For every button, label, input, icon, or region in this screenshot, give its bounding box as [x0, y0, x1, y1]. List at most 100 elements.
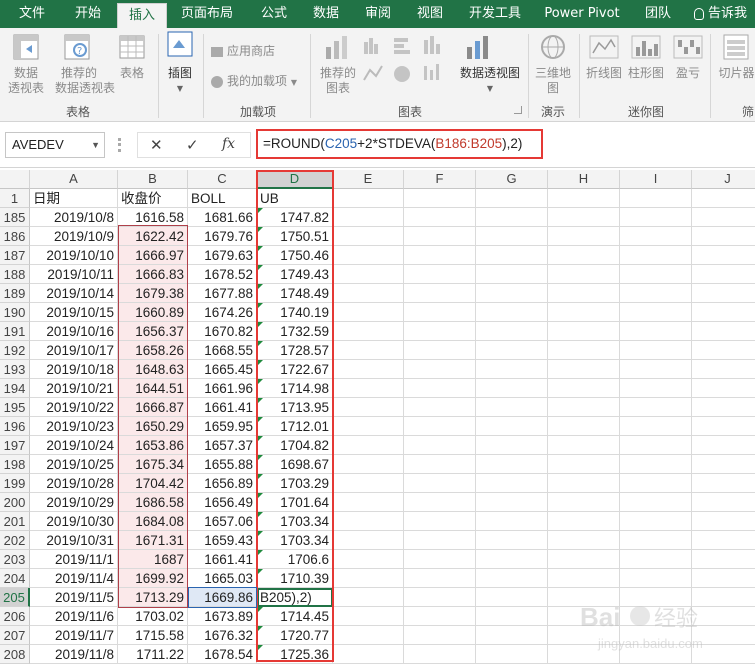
cell-h192[interactable]: [548, 341, 620, 360]
cell-b198[interactable]: 1675.34: [118, 455, 188, 474]
cell-d189[interactable]: 1748.49: [257, 284, 333, 303]
error-indicator-icon[interactable]: [257, 398, 263, 404]
cell-c199[interactable]: 1656.89: [188, 474, 257, 493]
cell-g201[interactable]: [476, 512, 548, 531]
error-indicator-icon[interactable]: [257, 569, 263, 575]
cell-f206[interactable]: [404, 607, 476, 626]
row-header[interactable]: 193: [0, 360, 30, 379]
cell-f188[interactable]: [404, 265, 476, 284]
cell-e193[interactable]: [333, 360, 404, 379]
cell-h208[interactable]: [548, 645, 620, 664]
cell-g202[interactable]: [476, 531, 548, 550]
cell-e187[interactable]: [333, 246, 404, 265]
cell-e205[interactable]: [333, 588, 404, 607]
column-header-g[interactable]: G: [476, 170, 548, 189]
cell-a188[interactable]: 2019/10/11: [30, 265, 118, 284]
cell-c195[interactable]: 1661.41: [188, 398, 257, 417]
row-header[interactable]: 186: [0, 227, 30, 246]
tab-developer[interactable]: 开发工具: [462, 0, 528, 28]
cell-e207[interactable]: [333, 626, 404, 645]
cell-j206[interactable]: [692, 607, 755, 626]
row-header[interactable]: 207: [0, 626, 30, 645]
cell-j194[interactable]: [692, 379, 755, 398]
pivottable-button[interactable]: 数据 透视表: [6, 66, 46, 96]
cell-i196[interactable]: [620, 417, 692, 436]
row-header[interactable]: 188: [0, 265, 30, 284]
cell-h197[interactable]: [548, 436, 620, 455]
table-button[interactable]: 表格: [114, 66, 150, 81]
cell-h202[interactable]: [548, 531, 620, 550]
cell-e186[interactable]: [333, 227, 404, 246]
cell-e201[interactable]: [333, 512, 404, 531]
cell-g188[interactable]: [476, 265, 548, 284]
cell-d198[interactable]: 1698.67: [257, 455, 333, 474]
cell-g194[interactable]: [476, 379, 548, 398]
error-indicator-icon[interactable]: [257, 322, 263, 328]
cell-i208[interactable]: [620, 645, 692, 664]
row-header[interactable]: 1: [0, 189, 30, 208]
cell-f208[interactable]: [404, 645, 476, 664]
cell-c206[interactable]: 1673.89: [188, 607, 257, 626]
row-header[interactable]: 192: [0, 341, 30, 360]
tab-page-layout[interactable]: 页面布局: [174, 0, 240, 28]
cell-j189[interactable]: [692, 284, 755, 303]
cell-g187[interactable]: [476, 246, 548, 265]
cell-g203[interactable]: [476, 550, 548, 569]
cell-d194[interactable]: 1714.98: [257, 379, 333, 398]
error-indicator-icon[interactable]: [257, 360, 263, 366]
cell-d192[interactable]: 1728.57: [257, 341, 333, 360]
cell-j186[interactable]: [692, 227, 755, 246]
cell-g205[interactable]: [476, 588, 548, 607]
cell-b201[interactable]: 1684.08: [118, 512, 188, 531]
header-cell-a[interactable]: 日期: [30, 189, 118, 208]
tab-data[interactable]: 数据: [304, 0, 348, 28]
cell-h189[interactable]: [548, 284, 620, 303]
row-header[interactable]: 202: [0, 531, 30, 550]
cell-j195[interactable]: [692, 398, 755, 417]
cell-d195[interactable]: 1713.95: [257, 398, 333, 417]
cell-j204[interactable]: [692, 569, 755, 588]
cell-j208[interactable]: [692, 645, 755, 664]
cell-e197[interactable]: [333, 436, 404, 455]
cell-e198[interactable]: [333, 455, 404, 474]
cell-a185[interactable]: 2019/10/8: [30, 208, 118, 227]
cell-d185[interactable]: 1747.82: [257, 208, 333, 227]
cell-d197[interactable]: 1704.82: [257, 436, 333, 455]
cell-f196[interactable]: [404, 417, 476, 436]
cell-i190[interactable]: [620, 303, 692, 322]
cell-e190[interactable]: [333, 303, 404, 322]
cell-b192[interactable]: 1658.26: [118, 341, 188, 360]
cell-g191[interactable]: [476, 322, 548, 341]
cell-a204[interactable]: 2019/11/4: [30, 569, 118, 588]
cell-d206[interactable]: 1714.45: [257, 607, 333, 626]
cell-d187[interactable]: 1750.46: [257, 246, 333, 265]
cell-c189[interactable]: 1677.88: [188, 284, 257, 303]
error-indicator-icon[interactable]: [257, 341, 263, 347]
cell-a190[interactable]: 2019/10/15: [30, 303, 118, 322]
cell-f190[interactable]: [404, 303, 476, 322]
enter-icon[interactable]: ✓: [186, 136, 199, 154]
cell-e189[interactable]: [333, 284, 404, 303]
cell-i204[interactable]: [620, 569, 692, 588]
cell-h185[interactable]: [548, 208, 620, 227]
cell-g185[interactable]: [476, 208, 548, 227]
tab-team[interactable]: 团队: [636, 0, 680, 28]
slicer-button[interactable]: 切片器: [718, 66, 755, 81]
cell-j185[interactable]: [692, 208, 755, 227]
cell-i186[interactable]: [620, 227, 692, 246]
row-header[interactable]: 206: [0, 607, 30, 626]
recommended-charts-button[interactable]: 推荐的 图表: [318, 66, 358, 96]
cell-b204[interactable]: 1699.92: [118, 569, 188, 588]
error-indicator-icon[interactable]: [257, 645, 263, 651]
row-header[interactable]: 205: [0, 588, 30, 607]
cell-i187[interactable]: [620, 246, 692, 265]
store-button[interactable]: 应用商店: [211, 42, 275, 59]
cell-b187[interactable]: 1666.97: [118, 246, 188, 265]
cell-i188[interactable]: [620, 265, 692, 284]
cell-g208[interactable]: [476, 645, 548, 664]
pivotchart-button[interactable]: 数据透视图 ▼: [456, 66, 524, 96]
cell-h193[interactable]: [548, 360, 620, 379]
row-header[interactable]: 196: [0, 417, 30, 436]
cell-f207[interactable]: [404, 626, 476, 645]
tab-power-pivot[interactable]: Power Pivot: [540, 0, 624, 28]
